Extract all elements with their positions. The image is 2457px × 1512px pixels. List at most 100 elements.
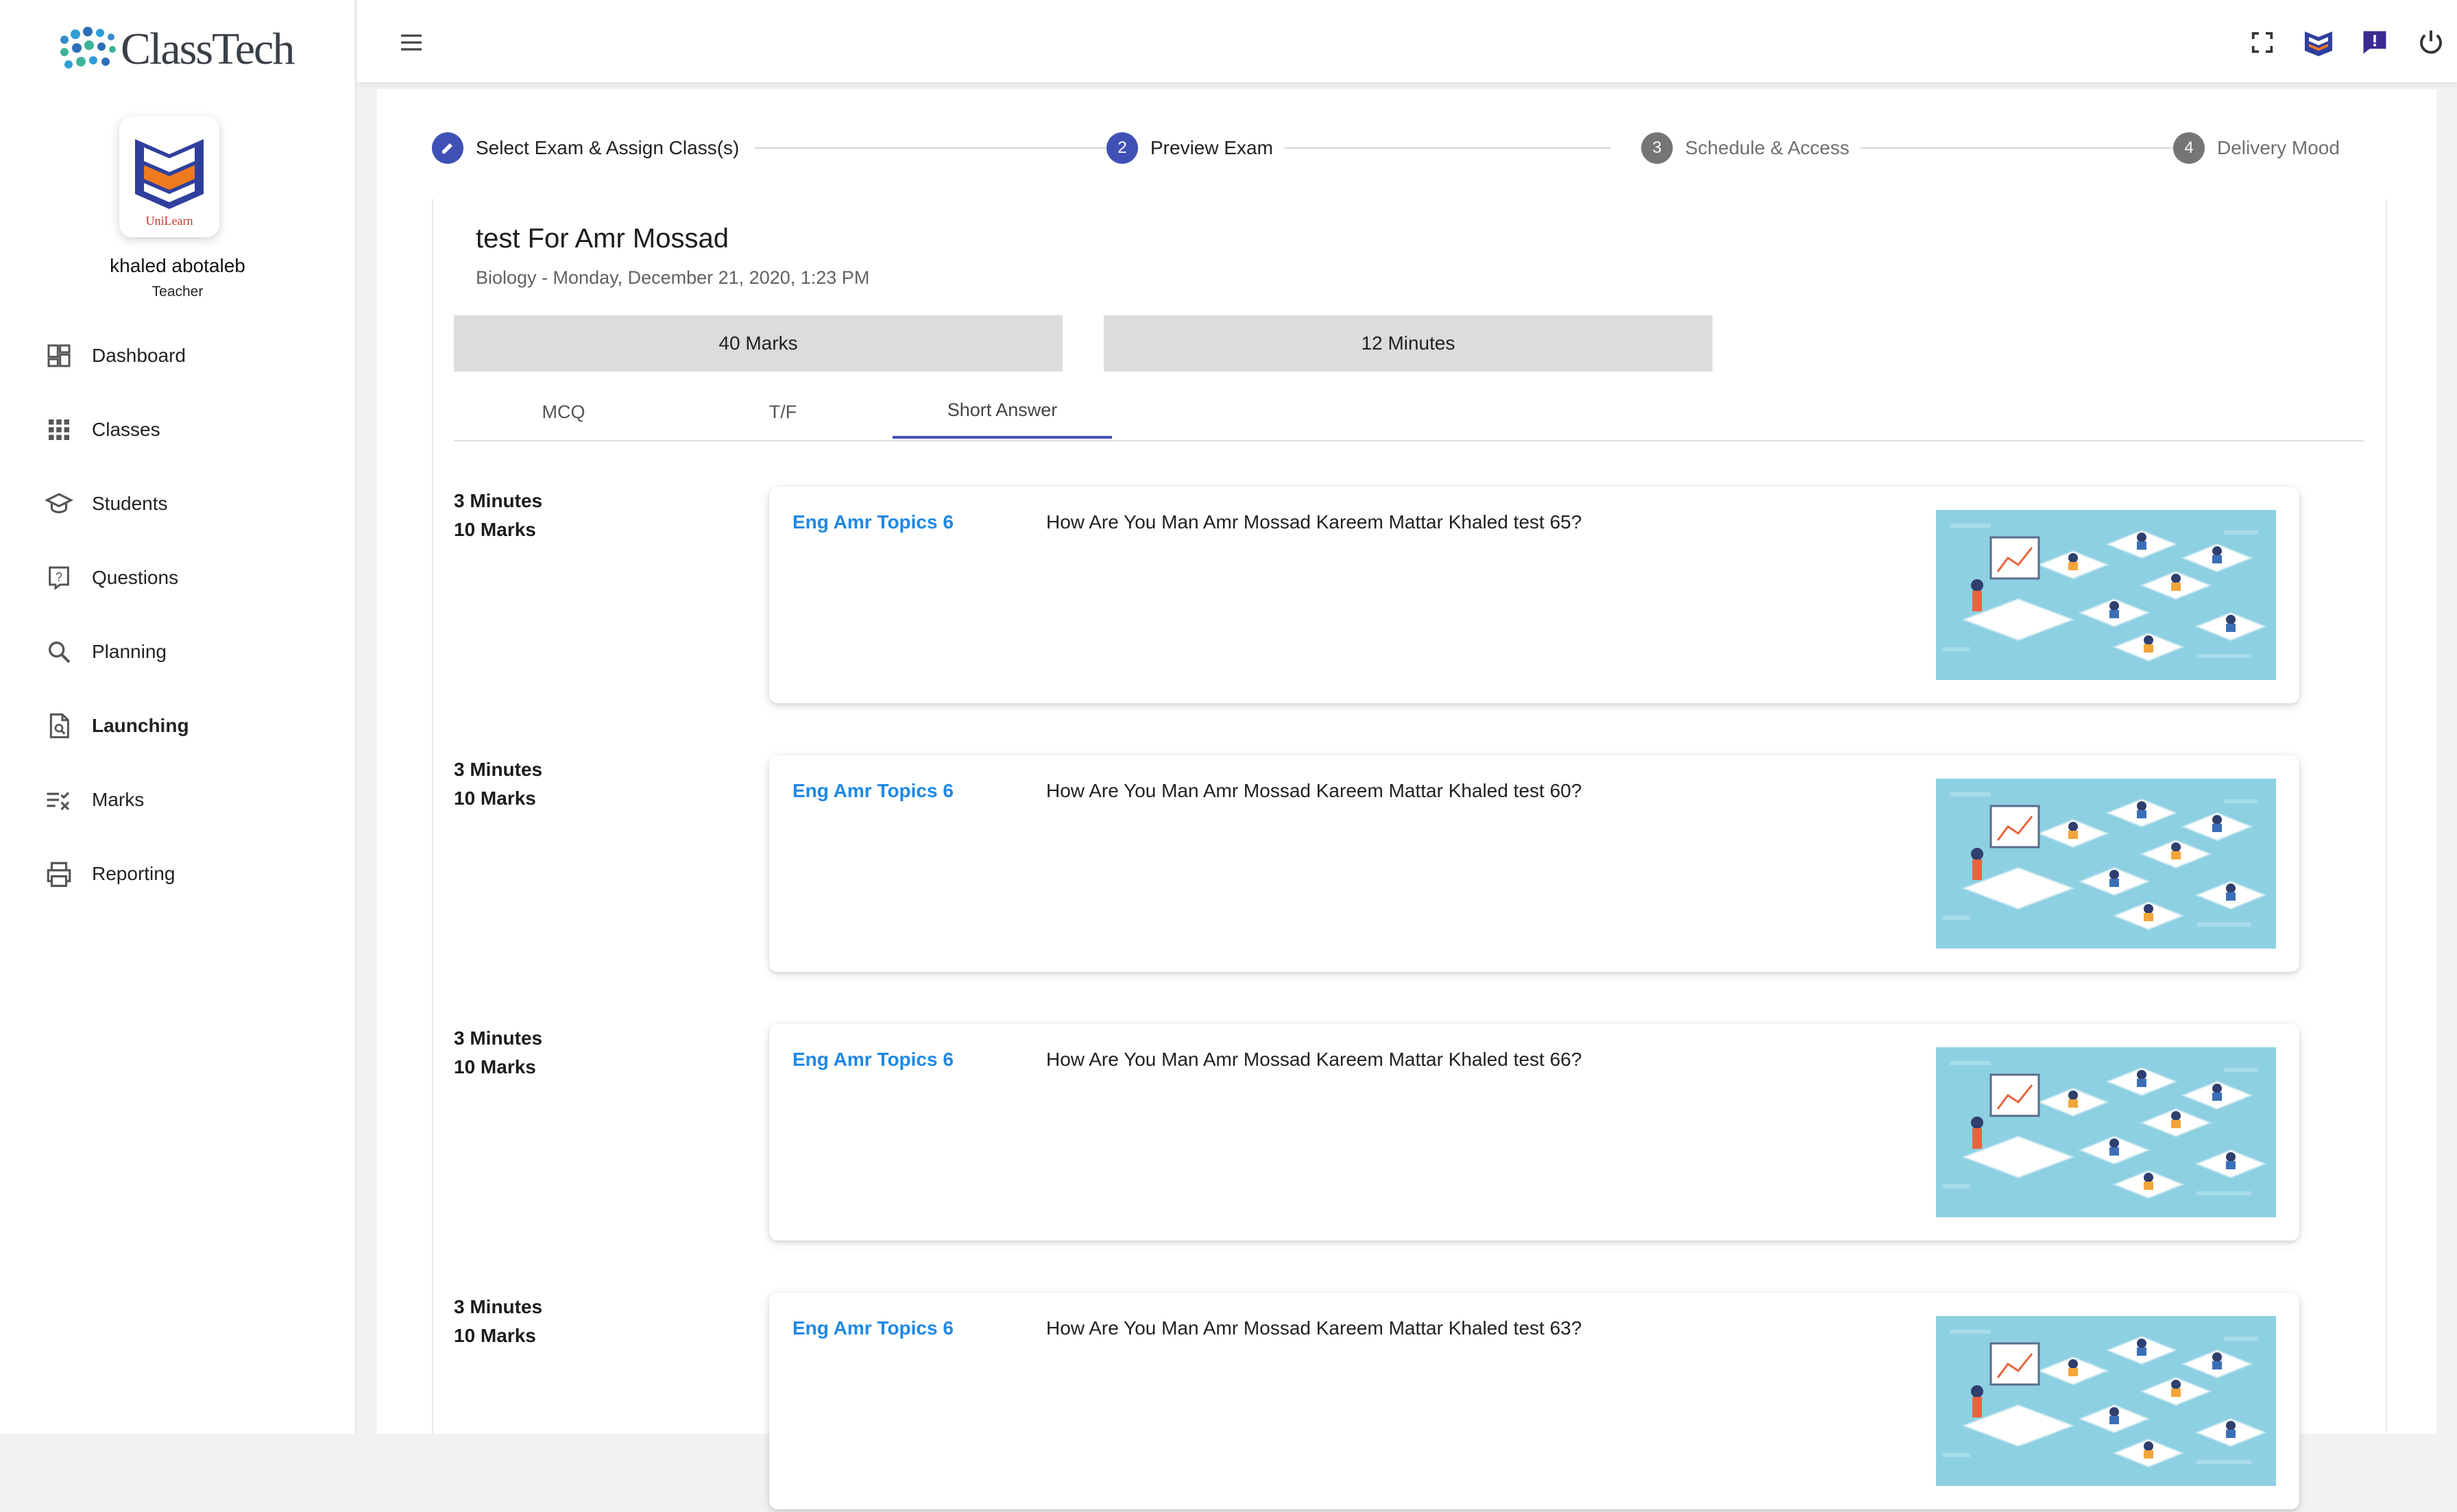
stepper: Select Exam & Assign Class(s) 2 Preview … xyxy=(432,130,2393,166)
sidebar-item-label: Students xyxy=(92,493,168,514)
sidebar-item-questions[interactable]: ? Questions xyxy=(0,541,355,615)
checklist-icon xyxy=(44,785,74,815)
step-label: Delivery Mood xyxy=(2217,137,2340,158)
printer-icon xyxy=(44,859,74,889)
question-time: 3 Minutes xyxy=(454,1027,543,1049)
step-label: Schedule & Access xyxy=(1685,137,1850,158)
step-connector xyxy=(754,147,1111,149)
sidebar-item-classes[interactable]: Classes xyxy=(0,393,355,467)
question-time: 3 Minutes xyxy=(454,1296,543,1317)
question-text: How Are You Man Amr Mossad Kareem Mattar… xyxy=(1046,1049,1582,1070)
user-name: khaled abotaleb xyxy=(110,255,245,276)
sidebar-item-label: Marks xyxy=(92,789,145,810)
step-connector xyxy=(1255,147,1611,149)
sidebar-item-marks[interactable]: Marks xyxy=(0,763,355,837)
question-marks: 10 Marks xyxy=(454,519,536,540)
brand-name: ClassTech xyxy=(121,24,295,74)
question-row: 3 Minutes 10 Marks Eng Amr Topics 6 How … xyxy=(454,1024,2364,1243)
user-role: Teacher xyxy=(152,284,204,300)
total-marks-box: 40 Marks xyxy=(454,315,1063,371)
step-label: Preview Exam xyxy=(1150,137,1273,158)
question-marks: 10 Marks xyxy=(454,1325,536,1346)
sidebar-item-label: Planning xyxy=(92,641,167,662)
sidebar-item-reporting[interactable]: Reporting xyxy=(0,837,355,911)
step-connector xyxy=(1817,147,2173,149)
sidebar-item-launching[interactable]: Launching xyxy=(0,689,355,763)
step-number: 3 xyxy=(1641,132,1673,164)
tab-short-answer[interactable]: Short Answer xyxy=(893,384,1112,439)
power-icon[interactable] xyxy=(2413,25,2449,60)
question-type-tabs: MCQ T/F Short Answer xyxy=(454,384,2364,441)
exam-title: test For Amr Mossad xyxy=(476,223,729,254)
grid-icon xyxy=(44,415,74,445)
question-marks: 10 Marks xyxy=(454,1056,536,1077)
graduation-cap-icon xyxy=(44,489,74,519)
question-meta: 3 Minutes 10 Marks xyxy=(454,755,542,813)
unilearn-logo-icon xyxy=(135,139,204,225)
tab-true-false[interactable]: T/F xyxy=(673,384,893,440)
top-bar xyxy=(356,0,2457,82)
sidebar-item-label: Launching xyxy=(92,715,189,736)
question-icon: ? xyxy=(44,563,74,593)
svg-text:?: ? xyxy=(56,570,62,584)
step-select-exam[interactable]: Select Exam & Assign Class(s) xyxy=(432,130,751,166)
logo-dots-icon xyxy=(60,27,116,69)
question-marks: 10 Marks xyxy=(454,788,536,809)
question-card[interactable]: Eng Amr Topics 6 How Are You Man Amr Mos… xyxy=(769,1293,2299,1509)
question-image xyxy=(1936,510,2276,680)
question-time: 3 Minutes xyxy=(454,759,543,780)
question-row: 3 Minutes 10 Marks Eng Amr Topics 6 How … xyxy=(454,487,2364,706)
question-image xyxy=(1936,779,2276,949)
sidebar-nav: Dashboard Classes Students ? Questions P… xyxy=(0,319,355,911)
question-text: How Are You Man Amr Mossad Kareem Mattar… xyxy=(1046,780,1582,801)
step-label: Select Exam & Assign Class(s) xyxy=(476,137,740,158)
tab-mcq[interactable]: MCQ xyxy=(454,384,673,440)
avatar-logo-text: UniLearn xyxy=(145,214,193,228)
question-topic-link[interactable]: Eng Amr Topics 6 xyxy=(792,1049,954,1071)
fullscreen-icon[interactable] xyxy=(2244,25,2280,60)
question-image xyxy=(1936,1316,2276,1486)
sidebar-item-label: Reporting xyxy=(92,863,176,884)
feedback-icon[interactable] xyxy=(2357,25,2393,60)
question-time: 3 Minutes xyxy=(454,490,543,511)
step-preview-exam[interactable]: 2 Preview Exam xyxy=(1106,130,1284,166)
question-card[interactable]: Eng Amr Topics 6 How Are You Man Amr Mos… xyxy=(769,1024,2299,1241)
question-meta: 3 Minutes 10 Marks xyxy=(454,1293,542,1350)
exam-preview-panel: test For Amr Mossad Biology - Monday, De… xyxy=(432,199,2387,1509)
exam-subtitle: Biology - Monday, December 21, 2020, 1:2… xyxy=(476,267,870,288)
question-topic-link[interactable]: Eng Amr Topics 6 xyxy=(792,511,954,533)
edit-icon xyxy=(432,132,463,164)
question-topic-link[interactable]: Eng Amr Topics 6 xyxy=(792,1317,954,1339)
question-text: How Are You Man Amr Mossad Kareem Mattar… xyxy=(1046,1317,1582,1339)
sidebar-item-label: Classes xyxy=(92,419,160,440)
unilearn-logo-icon[interactable] xyxy=(2301,25,2336,60)
question-text: How Are You Man Amr Mossad Kareem Mattar… xyxy=(1046,511,1582,533)
brand-logo[interactable]: ClassTech xyxy=(58,24,295,74)
step-number: 2 xyxy=(1106,132,1138,164)
avatar[interactable]: UniLearn xyxy=(119,117,219,237)
question-meta: 3 Minutes 10 Marks xyxy=(454,487,542,544)
sidebar-item-dashboard[interactable]: Dashboard xyxy=(0,319,355,393)
document-search-icon xyxy=(44,711,74,741)
menu-icon[interactable] xyxy=(398,29,425,56)
question-card[interactable]: Eng Amr Topics 6 How Are You Man Amr Mos… xyxy=(769,487,2299,703)
step-delivery-mood[interactable]: 4 Delivery Mood xyxy=(2173,130,2351,166)
step-number: 4 xyxy=(2173,132,2205,164)
question-image xyxy=(1936,1047,2276,1217)
question-row: 3 Minutes 10 Marks Eng Amr Topics 6 How … xyxy=(454,1293,2364,1512)
total-duration-box: 12 Minutes xyxy=(1104,315,1712,371)
sidebar: ClassTech UniLearn khaled abotaleb Teach… xyxy=(0,0,356,1434)
main-content: Select Exam & Assign Class(s) 2 Preview … xyxy=(377,89,2436,1509)
question-card[interactable]: Eng Amr Topics 6 How Are You Man Amr Mos… xyxy=(769,755,2299,972)
sidebar-item-label: Dashboard xyxy=(92,345,186,366)
top-icons xyxy=(2244,25,2449,60)
step-schedule-access[interactable]: 3 Schedule & Access xyxy=(1641,130,1861,166)
question-topic-link[interactable]: Eng Amr Topics 6 xyxy=(792,780,954,802)
sidebar-item-students[interactable]: Students xyxy=(0,467,355,541)
question-meta: 3 Minutes 10 Marks xyxy=(454,1024,542,1082)
sidebar-item-label: Questions xyxy=(92,567,179,588)
search-icon xyxy=(44,637,74,667)
question-row: 3 Minutes 10 Marks Eng Amr Topics 6 How … xyxy=(454,755,2364,975)
sidebar-item-planning[interactable]: Planning xyxy=(0,615,355,689)
dashboard-icon xyxy=(44,341,74,371)
